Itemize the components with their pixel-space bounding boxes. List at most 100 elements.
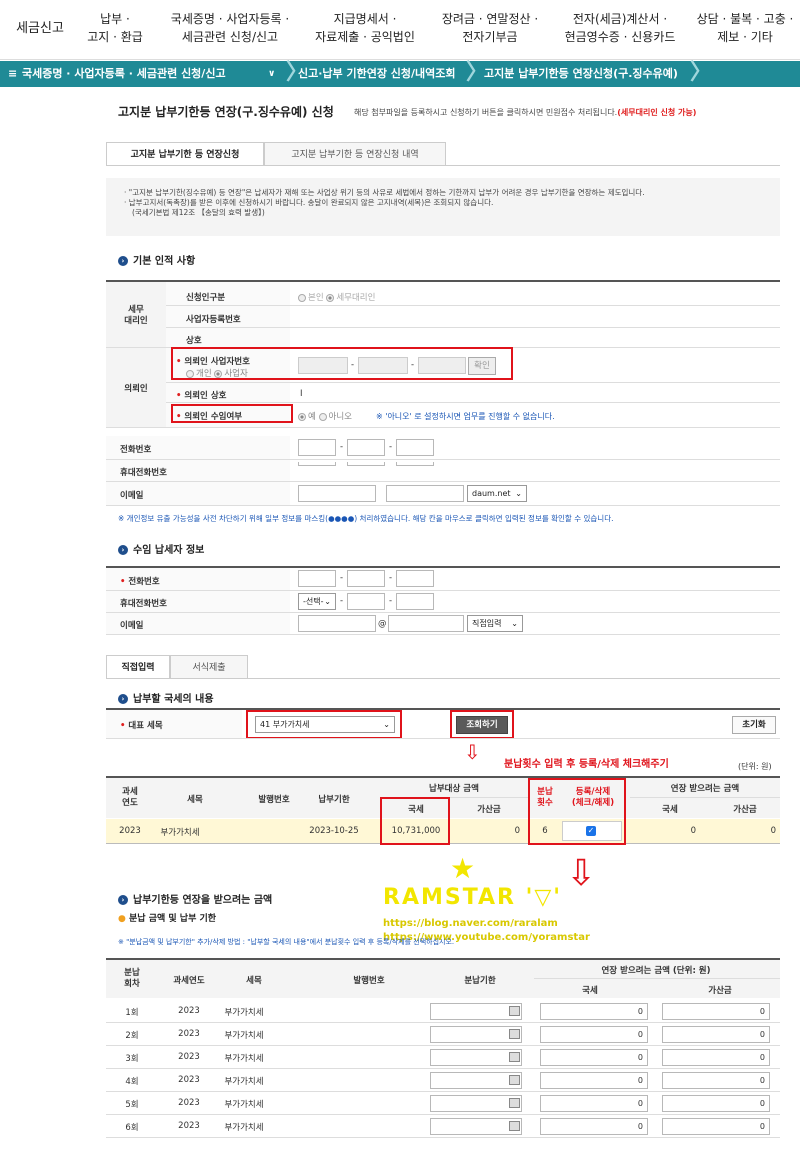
radio-no[interactable] <box>318 412 327 421</box>
calendar-icon[interactable] <box>509 1121 520 1131</box>
section-taxpayer: › 수임 납세자 정보 <box>118 541 204 556</box>
td-round: 6회 <box>125 1123 139 1133</box>
breadcrumb-item[interactable]: 신고·납부 기한연장 신청/내역조회 <box>298 61 456 87</box>
menu-line: 전자(세금)계산서 · <box>572 12 668 26</box>
ext-tax-input[interactable]: 0 <box>540 1026 648 1043</box>
email-id[interactable] <box>298 485 376 502</box>
radio-agent[interactable] <box>326 293 335 302</box>
ext-tax-value: 0 <box>637 1053 643 1062</box>
tp-mobile-2[interactable] <box>347 593 385 610</box>
tp-phone-3[interactable] <box>396 570 434 587</box>
radio-label: 본인 <box>308 293 324 303</box>
ext-add-input[interactable]: 0 <box>662 1072 770 1089</box>
highlight-box <box>246 710 402 739</box>
hamburger-icon[interactable]: ≡ <box>8 61 17 87</box>
tab-form-submit[interactable]: 서식제출 <box>170 655 248 679</box>
ext-tax-input[interactable]: 0 <box>540 1072 648 1089</box>
tp-email-select[interactable]: 직접입력 ⌄ <box>467 615 523 632</box>
chevron-down-icon[interactable]: ∨ <box>268 61 275 87</box>
tab-extension-history[interactable]: 고지분 납부기한 등 연장신청 내역 <box>264 142 446 166</box>
td-round: 4회 <box>125 1077 139 1087</box>
section-title: 기본 인적 사항 <box>133 256 196 267</box>
calendar-icon[interactable] <box>509 1006 520 1016</box>
th-item: 세목 <box>187 795 203 805</box>
calendar-icon[interactable] <box>509 1052 520 1062</box>
chevron-down-icon: ⌄ <box>324 597 331 606</box>
calendar-icon[interactable] <box>509 1075 520 1085</box>
radio-label: 예 <box>308 412 316 422</box>
section-title: 수임 납세자 정보 <box>133 545 205 556</box>
tab-direct-input[interactable]: 직접입력 <box>106 655 170 679</box>
tp-phone-2[interactable] <box>347 570 385 587</box>
ext-add-input[interactable]: 0 <box>662 1003 770 1020</box>
label-text: 분납 금액 및 납부 기한 <box>129 914 217 924</box>
tp-email-domain[interactable] <box>388 615 464 632</box>
td-item: 부가가치세 <box>160 828 200 838</box>
breadcrumb-item[interactable]: 국세증명 · 사업자등록 · 세금관련 신청/신고 <box>22 61 226 87</box>
top-menu: 세금신고 납부 · 고지 · 환급 국세증명 · 사업자등록 · 세금관련 신청/신… <box>0 0 800 60</box>
th-item: 세목 <box>246 976 262 986</box>
menu-line: 세금신고 <box>16 21 64 36</box>
header-sep <box>534 978 780 979</box>
phone-1[interactable] <box>298 439 336 456</box>
client-name-label: • 의뢰인 상호 <box>176 389 226 401</box>
section-title: 납부기한등 연장을 받으려는 금액 <box>133 895 273 906</box>
td-item: 부가가치세 <box>224 1100 264 1110</box>
ext-tax-input[interactable]: 0 <box>540 1003 648 1020</box>
ext-add-value: 0 <box>759 1007 765 1016</box>
menu-line: 자료제출 · 공익법인 <box>315 30 415 44</box>
row-line <box>166 327 780 328</box>
ext-tax-input[interactable]: 0 <box>540 1049 648 1066</box>
email-domain-select[interactable]: daum.net ⌄ <box>467 485 527 502</box>
calendar-icon[interactable] <box>509 1098 520 1108</box>
tp-mobile-3[interactable] <box>396 593 434 610</box>
mobile-1[interactable] <box>298 462 336 466</box>
bullet-icon: › <box>118 545 128 555</box>
highlight-box <box>171 404 293 423</box>
select-value: daum.net <box>472 489 511 498</box>
menu-tax-return[interactable]: 세금신고 <box>10 20 70 38</box>
ext-tax-input[interactable]: 0 <box>540 1118 648 1135</box>
menu-statement[interactable]: 지급명세서 · 자료제출 · 공익법인 <box>310 10 420 46</box>
th-tax: 국세 <box>582 986 598 996</box>
phone-3[interactable] <box>396 439 434 456</box>
calendar-icon[interactable] <box>509 1029 520 1039</box>
th-issue: 발행번호 <box>258 795 290 805</box>
phone-2[interactable] <box>347 439 385 456</box>
label-text: 의뢰인 상호 <box>184 391 227 401</box>
ext-add-input[interactable]: 0 <box>662 1095 770 1112</box>
chevron-right-icon: 〉 <box>690 60 713 85</box>
row-line <box>106 481 780 482</box>
menu-invoice[interactable]: 전자(세금)계산서 · 현금영수증 · 신용카드 <box>555 10 685 46</box>
ext-add-input[interactable]: 0 <box>662 1118 770 1135</box>
dash: - <box>340 573 344 583</box>
ext-tax-input[interactable]: 0 <box>540 1095 648 1112</box>
ext-add-value: 0 <box>759 1053 765 1062</box>
ext-add-input[interactable]: 0 <box>662 1049 770 1066</box>
row-line <box>106 590 780 591</box>
th-ext-tax: 국세 <box>662 805 678 815</box>
reset-button[interactable]: 초기화 <box>732 716 776 734</box>
breadcrumb-item[interactable]: 고지분 납부기한등 연장신청(구.징수유예) <box>484 61 678 87</box>
ext-add-value: 0 <box>759 1076 765 1085</box>
tp-mobile-select[interactable]: -선택- ⌄ <box>298 593 336 610</box>
tp-email-id[interactable] <box>298 615 376 632</box>
label-text: 대표 세목 <box>128 721 163 731</box>
radio-self[interactable] <box>298 293 306 302</box>
unit-label: (단위: 원) <box>738 762 772 771</box>
tab-extension-apply[interactable]: 고지분 납부기한 등 연장신청 <box>106 142 264 166</box>
mobile-2[interactable] <box>347 462 385 466</box>
email-domain[interactable] <box>386 485 464 502</box>
td-year: 2023 <box>178 1052 200 1062</box>
receive-radios: 예 아니오 <box>298 410 352 422</box>
radio-yes[interactable] <box>298 412 306 421</box>
menu-payment[interactable]: 납부 · 고지 · 환급 <box>80 10 150 46</box>
menu-incentive[interactable]: 장려금 · 연말정산 · 전자기부금 <box>430 10 550 46</box>
tp-phone-1[interactable] <box>298 570 336 587</box>
mobile-3[interactable] <box>396 462 434 466</box>
dash: - <box>389 573 393 583</box>
menu-certificate[interactable]: 국세증명 · 사업자등록 · 세금관련 신청/신고 <box>160 10 300 46</box>
section-tax: › 납부할 국세의 내용 <box>118 690 214 705</box>
ext-add-input[interactable]: 0 <box>662 1026 770 1043</box>
menu-consult[interactable]: 상담 · 불복 · 고충 · 제보 · 기타 <box>690 10 800 46</box>
